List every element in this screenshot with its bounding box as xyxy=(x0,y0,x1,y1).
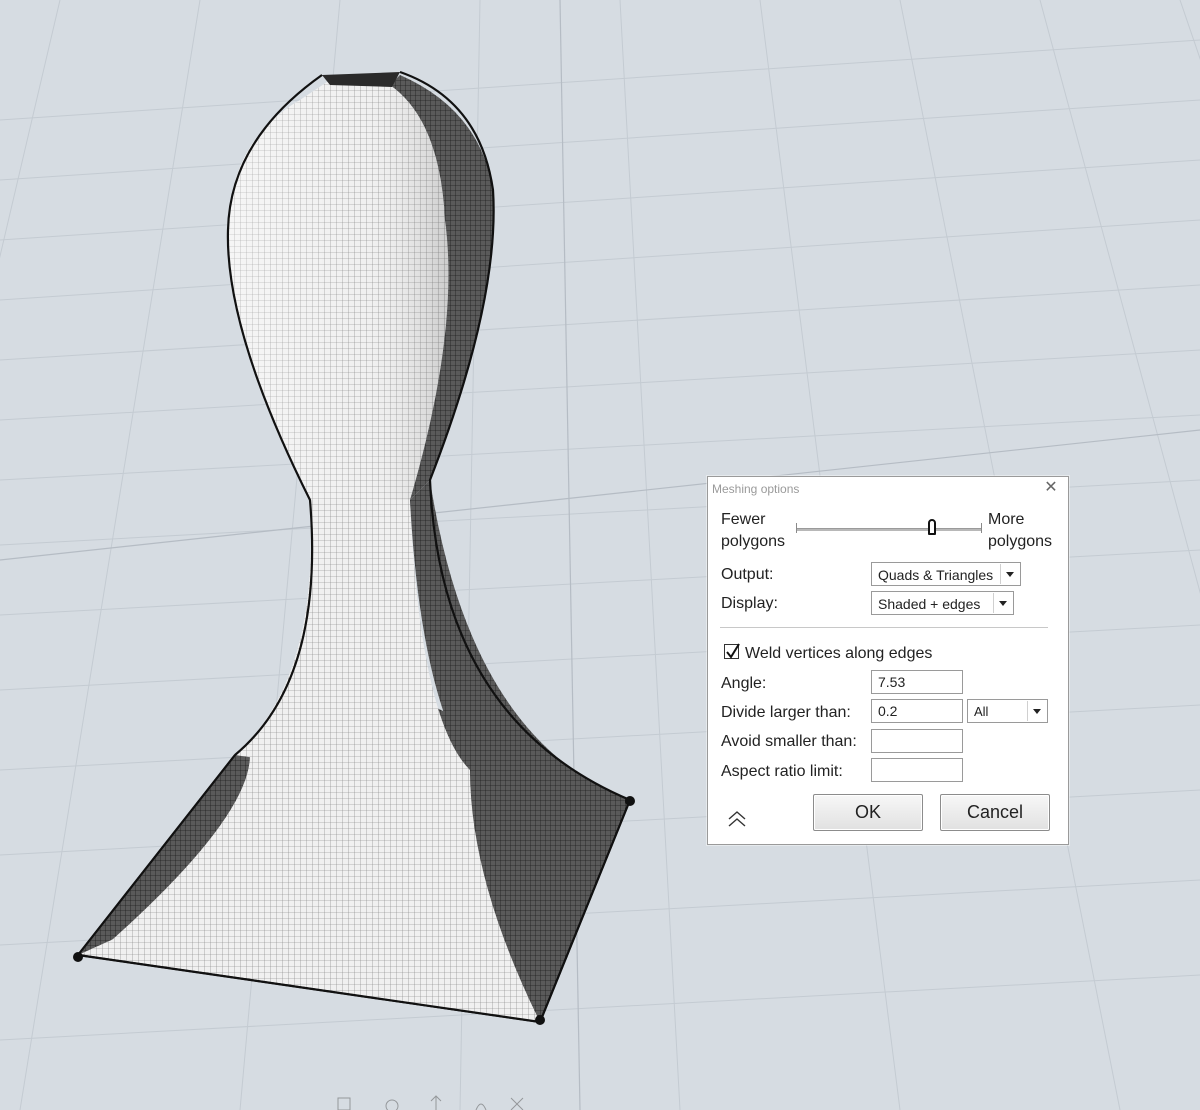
display-select-value: Shaded + edges xyxy=(878,596,981,612)
divide-larger-label: Divide larger than: xyxy=(721,704,851,721)
divide-scope-select[interactable]: All xyxy=(967,699,1048,723)
angle-label: Angle: xyxy=(721,675,767,692)
move-icon xyxy=(430,1095,442,1110)
collapse-up-icon[interactable] xyxy=(726,809,748,831)
display-select[interactable]: Shaded + edges xyxy=(871,591,1014,615)
corner-node xyxy=(73,952,83,962)
corner-node xyxy=(625,796,635,806)
ok-button[interactable]: OK xyxy=(813,794,923,831)
polygon-density-slider-thumb[interactable] xyxy=(927,519,936,535)
chevron-down-icon[interactable] xyxy=(993,593,1012,613)
chevron-down-icon[interactable] xyxy=(1027,701,1046,721)
close-icon[interactable]: ✕ xyxy=(1042,479,1060,497)
display-label: Display: xyxy=(721,595,778,612)
output-select-value: Quads & Triangles xyxy=(878,567,994,583)
divider xyxy=(720,627,1048,628)
lasso-icon xyxy=(385,1099,399,1110)
slider-right-label-1: More xyxy=(988,511,1025,528)
slider-right-label-2: polygons xyxy=(988,533,1053,550)
polygon-density-slider-track[interactable] xyxy=(796,528,982,531)
weld-vertices-checkbox[interactable] xyxy=(724,643,740,659)
checkmark-icon xyxy=(726,643,740,659)
slider-tick-min xyxy=(796,523,797,533)
weld-vertices-label: Weld vertices along edges xyxy=(745,645,933,662)
delete-icon xyxy=(510,1097,524,1110)
box-select-icon xyxy=(337,1097,351,1110)
avoid-smaller-label: Avoid smaller than: xyxy=(721,733,857,750)
avoid-smaller-input[interactable] xyxy=(871,729,963,753)
slider-left-label-2: polygons xyxy=(721,533,786,550)
dialog-title: Meshing options xyxy=(712,482,800,496)
viewport-toolbar xyxy=(337,1095,524,1110)
output-select[interactable]: Quads & Triangles xyxy=(871,562,1021,586)
bulb-shade xyxy=(227,80,449,500)
aspect-ratio-label: Aspect ratio limit: xyxy=(721,763,843,780)
divide-scope-value: All xyxy=(974,704,989,719)
chevron-down-icon[interactable] xyxy=(1000,564,1019,584)
output-label: Output: xyxy=(721,566,774,583)
paint-icon xyxy=(475,1103,487,1110)
cancel-button[interactable]: Cancel xyxy=(940,794,1050,831)
dialog-titlebar[interactable]: Meshing options ✕ xyxy=(708,477,1068,500)
slider-tick-max xyxy=(981,523,982,533)
divide-larger-input[interactable] xyxy=(871,699,963,723)
meshing-options-dialog: Meshing options ✕ Fewer polygons More po… xyxy=(707,476,1069,845)
corner-node xyxy=(535,1015,545,1025)
slider-left-label-1: Fewer xyxy=(721,511,766,528)
angle-input[interactable] xyxy=(871,670,963,694)
aspect-ratio-input[interactable] xyxy=(871,758,963,782)
